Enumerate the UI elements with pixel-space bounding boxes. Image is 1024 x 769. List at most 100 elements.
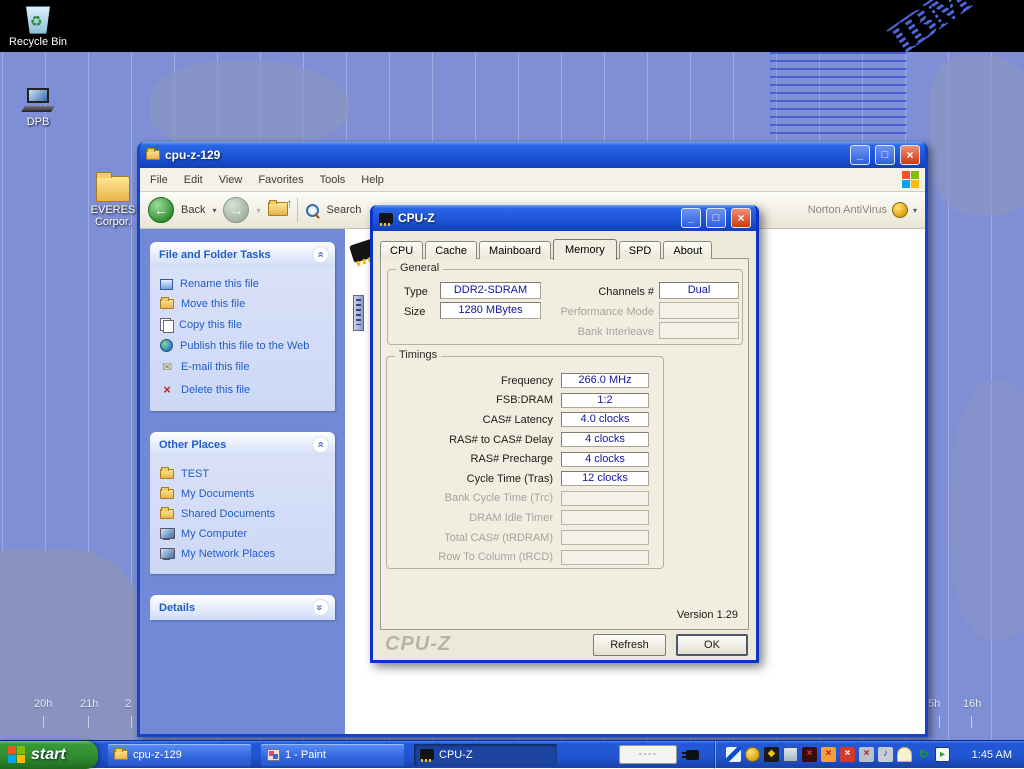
timezone-tick bbox=[939, 716, 940, 728]
start-button[interactable]: start bbox=[0, 741, 98, 769]
minimize-button[interactable]: _ bbox=[850, 145, 870, 165]
forward-icon[interactable]: → bbox=[223, 197, 249, 223]
timing-value: 1:2 bbox=[561, 393, 649, 408]
place-test[interactable]: TEST bbox=[160, 468, 331, 480]
minimize-button[interactable]: _ bbox=[681, 208, 701, 228]
back-button-label[interactable]: Back bbox=[181, 204, 205, 216]
tab-mainboard[interactable]: Mainboard bbox=[479, 241, 551, 259]
taskbar-clock[interactable]: 1:45 AM bbox=[972, 749, 1014, 761]
task-delete-file[interactable]: × Delete this file bbox=[160, 382, 331, 397]
desktop-icon-dpb[interactable]: DPB bbox=[2, 88, 74, 128]
desktop-icon-label: Recycle Bin bbox=[2, 36, 74, 48]
messenger-offline-icon[interactable]: × bbox=[821, 747, 836, 762]
ram-file-icon[interactable] bbox=[353, 295, 364, 331]
up-arrow-icon: ↑ bbox=[287, 196, 293, 210]
timing-value bbox=[561, 550, 649, 565]
menu-favorites[interactable]: Favorites bbox=[250, 170, 311, 190]
search-button-label[interactable]: Search bbox=[327, 204, 362, 216]
user-offline-icon[interactable]: × bbox=[840, 747, 855, 762]
other-places-header[interactable]: Other Places « bbox=[150, 432, 335, 457]
display-error-icon[interactable]: × bbox=[859, 747, 874, 762]
timezone-tick bbox=[43, 716, 44, 728]
up-folder-button[interactable]: ↑ bbox=[268, 202, 290, 219]
timing-value bbox=[561, 510, 649, 525]
back-icon[interactable]: ← bbox=[148, 197, 174, 223]
taskbar-task-cpuz[interactable]: CPU-Z bbox=[414, 744, 557, 766]
my-documents-icon bbox=[160, 489, 174, 499]
type-label: Type bbox=[404, 286, 428, 298]
menu-help[interactable]: Help bbox=[353, 170, 392, 190]
folder-icon bbox=[160, 469, 174, 479]
file-tasks-header[interactable]: File and Folder Tasks « bbox=[150, 242, 335, 267]
taskbar-task-paint[interactable]: 1 - Paint bbox=[261, 744, 404, 766]
timezone-label: 21h bbox=[80, 698, 98, 710]
tab-spd[interactable]: SPD bbox=[619, 241, 662, 259]
cpu-chip-icon bbox=[379, 213, 393, 224]
norton-antivirus-control[interactable]: Norton AntiVirus ▾ bbox=[808, 202, 917, 218]
tab-about[interactable]: About bbox=[663, 241, 712, 259]
maximize-button[interactable]: □ bbox=[706, 208, 726, 228]
explorer-titlebar[interactable]: cpu-z-129 _ □ × bbox=[140, 142, 925, 168]
toolbar-separator bbox=[297, 198, 298, 222]
collapse-chevron-icon[interactable]: « bbox=[312, 436, 329, 453]
alert-diamond-icon[interactable]: ◆ bbox=[764, 747, 779, 762]
folder-icon bbox=[146, 150, 160, 160]
desktop-icon-recycle-bin[interactable]: ♻ Recycle Bin bbox=[2, 6, 74, 48]
dialog-title: CPU-Z bbox=[398, 211, 676, 225]
minimized-toolbar[interactable]: ---- bbox=[619, 745, 677, 764]
place-my-documents[interactable]: My Documents bbox=[160, 488, 331, 500]
cpuz-titlebar[interactable]: CPU-Z _ □ × bbox=[373, 205, 756, 231]
task-email-file[interactable]: ✉ E-mail this file bbox=[160, 360, 331, 374]
details-header[interactable]: Details « bbox=[150, 595, 335, 620]
place-shared-documents[interactable]: Shared Documents bbox=[160, 508, 331, 520]
norton-dropdown-icon[interactable]: ▾ bbox=[913, 206, 917, 215]
plug-icon[interactable] bbox=[686, 750, 699, 760]
dialog-bottom-bar: CPU-Z Refresh OK bbox=[373, 630, 756, 660]
channels-label: Channels # bbox=[538, 286, 654, 298]
norton-antivirus-icon[interactable] bbox=[745, 747, 760, 762]
ghost-app-icon[interactable] bbox=[897, 747, 912, 762]
media-manager-error-icon[interactable]: × bbox=[802, 747, 817, 762]
updates-icon[interactable]: ↻ bbox=[916, 747, 931, 762]
task-publish-file[interactable]: Publish this file to the Web bbox=[160, 339, 331, 352]
timing-value bbox=[561, 530, 649, 545]
expand-chevron-icon[interactable]: « bbox=[312, 599, 329, 616]
search-icon[interactable] bbox=[305, 203, 320, 218]
refresh-button[interactable]: Refresh bbox=[593, 634, 666, 656]
menu-file[interactable]: File bbox=[142, 170, 176, 190]
other-places-panel: Other Places « TEST My Documents Shared … bbox=[150, 432, 335, 574]
back-dropdown-icon[interactable]: ▾ bbox=[212, 206, 216, 215]
task-rename-file[interactable]: Rename this file bbox=[160, 278, 331, 290]
menu-edit[interactable]: Edit bbox=[176, 170, 211, 190]
timezone-label: 2 bbox=[125, 698, 131, 710]
performance-mode-value bbox=[659, 302, 739, 319]
collapse-chevron-icon[interactable]: « bbox=[312, 246, 329, 263]
remote-window-icon[interactable]: ▸ bbox=[935, 747, 950, 762]
taskbar-task-cpu-z-129[interactable]: cpu-z-129 bbox=[108, 744, 251, 766]
cpuz-logo: CPU-Z bbox=[385, 633, 451, 656]
place-my-network[interactable]: My Network Places bbox=[160, 548, 331, 560]
tab-memory[interactable]: Memory bbox=[553, 239, 617, 260]
map-blob bbox=[930, 55, 1024, 215]
window-title: cpu-z-129 bbox=[165, 148, 845, 162]
task-move-file[interactable]: Move this file bbox=[160, 298, 331, 310]
task-copy-file[interactable]: Copy this file bbox=[160, 318, 331, 331]
tab-cache[interactable]: Cache bbox=[425, 241, 477, 259]
lan-activity-icon[interactable] bbox=[726, 747, 741, 762]
maximize-button[interactable]: □ bbox=[875, 145, 895, 165]
ok-button[interactable]: OK bbox=[676, 634, 748, 656]
timing-row-ras-precharge: RAS# Precharge4 clocks bbox=[395, 449, 663, 469]
type-value: DDR2-SDRAM bbox=[440, 282, 541, 299]
map-blob bbox=[0, 550, 145, 750]
network-computer-icon[interactable] bbox=[783, 747, 798, 762]
timing-value: 12 clocks bbox=[561, 471, 649, 486]
close-button[interactable]: × bbox=[900, 145, 920, 165]
menu-tools[interactable]: Tools bbox=[312, 170, 354, 190]
place-my-computer[interactable]: My Computer bbox=[160, 528, 331, 540]
taskbar: start cpu-z-129 1 - Paint CPU-Z ---- ◆ ×… bbox=[0, 740, 1024, 768]
volume-icon[interactable]: ♪ bbox=[878, 747, 893, 762]
rename-icon bbox=[160, 279, 173, 290]
menu-view[interactable]: View bbox=[211, 170, 251, 190]
tab-cpu[interactable]: CPU bbox=[380, 241, 423, 259]
close-button[interactable]: × bbox=[731, 208, 751, 228]
